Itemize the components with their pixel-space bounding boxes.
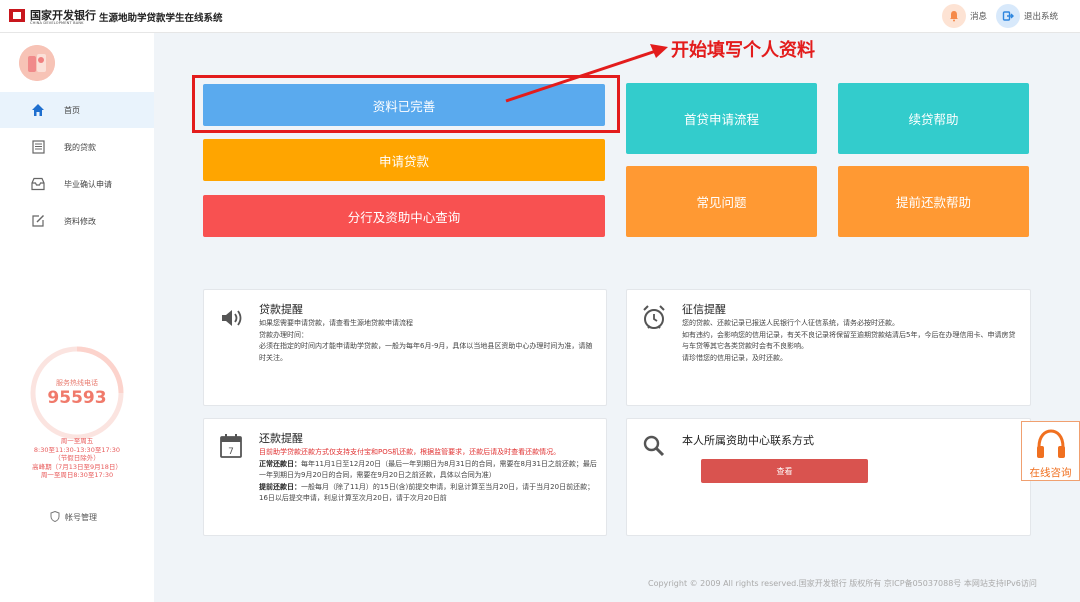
inbox-icon <box>30 176 46 192</box>
sidebar-item-edit-profile[interactable]: 资料修改 <box>0 203 154 239</box>
top-header: 国家开发银行 CHINA DEVELOPMENT BANK 生源地助学贷款学生在… <box>0 0 1080 33</box>
calendar-icon: 7 <box>219 433 243 463</box>
hours-line: 高峰期（7月13日至9月18日） <box>32 462 122 471</box>
sidebar-item-my-loans[interactable]: 我的贷款 <box>0 129 154 165</box>
avatar[interactable] <box>19 45 55 81</box>
messages-label: 消息 <box>970 12 988 22</box>
logout-icon <box>996 4 1020 28</box>
normal-repay-label: 正常还款日： <box>259 459 301 468</box>
normal-repay-text: 每年11月1日至12月20日（最后一年到期日为8月31日的合同，需要在8月31日… <box>259 459 597 480</box>
sidebar-item-label: 首页 <box>64 105 80 115</box>
sidebar-item-home[interactable]: 首页 <box>0 92 154 128</box>
bank-name-en: CHINA DEVELOPMENT BANK <box>30 21 84 25</box>
logout-button[interactable]: 退出系统 <box>996 4 1058 28</box>
card-line: 请珍惜您的信用记录，及时还款。 <box>682 353 787 362</box>
hotline-caption: 服务热线电话 <box>56 379 98 387</box>
alarm-clock-icon <box>642 304 666 334</box>
account-label: 帐号管理 <box>65 513 97 522</box>
sidebar-item-graduation[interactable]: 毕业确认申请 <box>0 166 154 202</box>
card-title: 本人所属资助中心联系方式 <box>682 434 814 447</box>
system-title: 生源地助学贷款学生在线系统 <box>99 13 223 24</box>
repay-notice: 目前助学贷款还款方式仅支持支付宝和POS机还款，根据监管要求，还款后请及时查看还… <box>259 448 561 456</box>
hours-line: 周一至周五 <box>60 437 94 445</box>
card-line: 如果您需要申请贷款，请查看生源地贷款申请流程 <box>259 319 413 327</box>
svg-text:7: 7 <box>228 447 234 457</box>
loan-reminder-card: 贷款提醒 如果您需要申请贷款，请查看生源地贷款申请流程 贷款办理时间： 必须在指… <box>203 289 607 406</box>
sidebar-item-label: 我的贷款 <box>64 142 96 152</box>
search-icon <box>642 434 666 462</box>
logout-label: 退出系统 <box>1024 12 1059 22</box>
online-consult-button[interactable]: 在线咨询 <box>1021 421 1080 481</box>
early-repay-label: 提前还款日： <box>259 482 301 491</box>
service-hours: 周一至周五 8:30至11:30-13:30至17:30 （节假日除外） 高峰期… <box>0 437 154 480</box>
copyright-text: Copyright © 2009 All rights reserved.国家开… <box>648 579 1037 588</box>
card-body: 如果您需要申请贷款，请查看生源地贷款申请流程 贷款办理时间： 必须在指定的时间内… <box>259 318 599 364</box>
bell-icon <box>942 4 966 28</box>
early-repay-text: 一般每月（除了11月）的15日(含)前提交申请，利息计算至当月20日，请于当月2… <box>259 482 595 503</box>
edit-icon <box>30 213 46 229</box>
annotation-text: 开始填写个人资料 <box>671 40 815 61</box>
card-title: 征信提醒 <box>682 303 726 316</box>
card-title: 还款提醒 <box>259 432 303 445</box>
bank-logo-icon <box>9 9 25 22</box>
messages-button[interactable]: 消息 <box>942 4 987 28</box>
home-icon <box>30 102 46 118</box>
hours-line: 8:30至11:30-13:30至17:30 <box>33 445 121 454</box>
card-line: 如有违约，会影响您的信用记录，有关不良记录将保留至逾期贷款结清后5年，今后在办理… <box>682 330 1016 351</box>
card-title: 贷款提醒 <box>259 303 303 316</box>
early-repay-line: 提前还款日：一般每月（除了11月）的15日(含)前提交申请，利息计算至当月20日… <box>259 482 599 505</box>
sidebar-item-label: 毕业确认申请 <box>64 179 112 189</box>
credit-reminder-card: 征信提醒 您的贷款、还款记录已报送人民银行个人征信系统，请务必按时还款。 如有违… <box>626 289 1031 406</box>
hotline-number: 95593 <box>47 388 107 408</box>
apply-loan-button[interactable]: 申请贷款 <box>203 139 605 181</box>
card-body: 您的贷款、还款记录已报送人民银行个人征信系统，请务必按时还款。 如有违约，会影响… <box>682 318 1022 364</box>
hours-line: （节假日除外） <box>54 454 100 462</box>
repay-reminder-card: 7 还款提醒 目前助学贷款还款方式仅支持支付宝和POS机还款，根据监管要求，还款… <box>203 418 607 536</box>
document-icon <box>30 139 46 155</box>
hours-line: 周一至周日8:30至17:30 <box>40 471 114 479</box>
sidebar-item-label: 资料修改 <box>64 216 96 226</box>
headset-icon <box>1037 429 1065 458</box>
early-repay-help-button[interactable]: 提前还款帮助 <box>838 166 1029 237</box>
branch-query-button[interactable]: 分行及资助中心查询 <box>203 195 605 237</box>
account-management-link[interactable]: 帐号管理 <box>50 510 97 524</box>
consult-label: 在线咨询 <box>1029 467 1072 479</box>
faq-button[interactable]: 常见问题 <box>626 166 817 237</box>
annotation-arrow-icon <box>505 44 668 103</box>
card-line: 您的贷款、还款记录已报送人民银行个人征信系统，请务必按时还款。 <box>682 319 899 327</box>
renewal-help-button[interactable]: 续贷帮助 <box>838 83 1029 154</box>
view-contact-button[interactable]: 查看 <box>701 459 868 483</box>
card-line: 必须在指定的时间内才能申请助学贷款，一般为每年6月-9月，具体以当地县区资助中心… <box>259 342 593 362</box>
card-line: 贷款办理时间： <box>259 330 308 339</box>
speaker-icon <box>220 308 244 332</box>
card-body: 目前助学贷款还款方式仅支持支付宝和POS机还款，根据监管要求，还款后请及时查看还… <box>259 447 599 505</box>
shield-icon <box>50 510 60 524</box>
normal-repay-line: 正常还款日：每年11月1日至12月20日（最后一年到期日为8月31日的合同，需要… <box>259 459 599 482</box>
sidebar: 首页 我的贷款 毕业确认申请 资料修改 服务热线电话 95593 周一至周五 8… <box>0 33 154 602</box>
